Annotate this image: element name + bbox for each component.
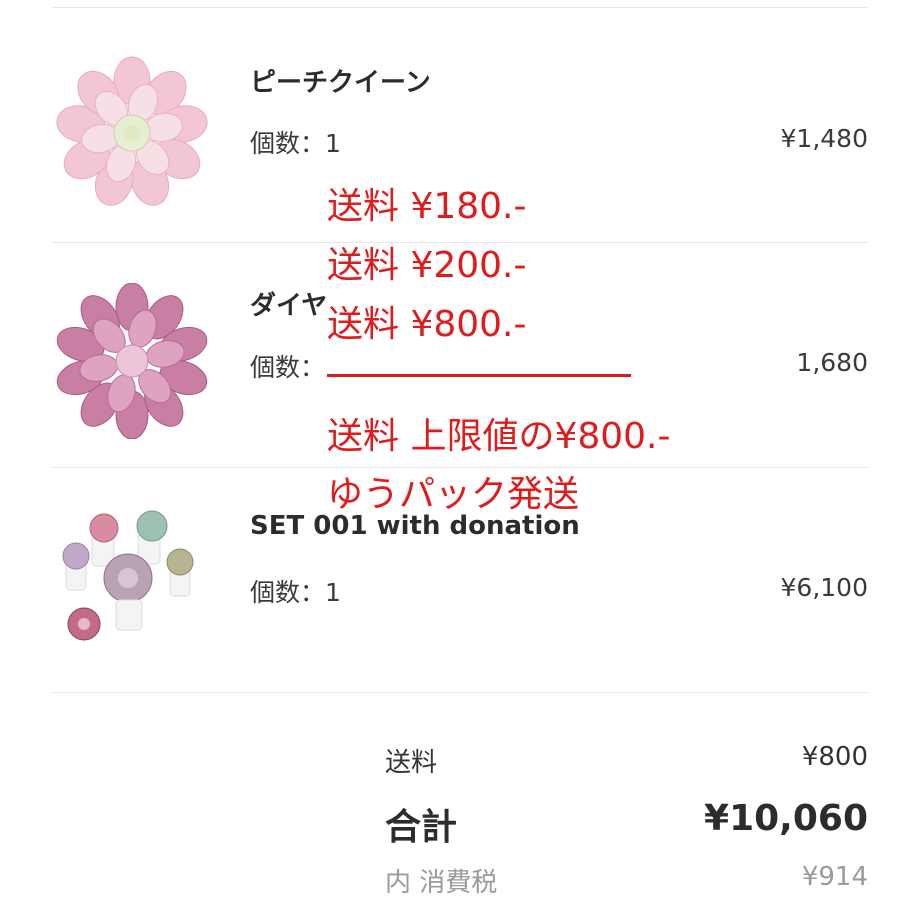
annotation-line: 送料 ¥800.- bbox=[327, 304, 527, 345]
annotation-rule bbox=[327, 374, 631, 377]
total-row: 合計 ¥10,060 bbox=[385, 798, 868, 848]
total-value: ¥10,060 bbox=[704, 798, 868, 839]
item-quantity: 個数：1 bbox=[250, 578, 341, 607]
total-label: 合計 bbox=[385, 807, 458, 848]
item-name[interactable]: SET 001 with donation bbox=[250, 511, 580, 541]
item-name[interactable]: ピーチクイーン bbox=[250, 62, 431, 99]
tax-row: 内 消費税 ¥914 bbox=[385, 862, 868, 898]
shipping-value: ¥800 bbox=[801, 742, 868, 772]
shipping-row: 送料 ¥800 bbox=[385, 742, 868, 778]
item-quantity: 個数： bbox=[250, 353, 326, 382]
tax-label: 内 消費税 bbox=[385, 868, 498, 898]
item-price: 1,680 bbox=[796, 348, 868, 377]
annotation-result: 送料 上限値の¥800.- bbox=[327, 416, 671, 457]
tax-value: ¥914 bbox=[801, 862, 868, 892]
annotation-method: ゆうパック発送 bbox=[327, 474, 580, 515]
item-name[interactable]: ダイヤ bbox=[250, 285, 327, 322]
product-image[interactable] bbox=[52, 506, 208, 662]
annotation-line: 送料 ¥180.- bbox=[327, 186, 527, 227]
product-image[interactable] bbox=[52, 55, 208, 211]
shipping-label: 送料 bbox=[385, 748, 438, 778]
product-image[interactable] bbox=[52, 283, 208, 439]
annotation-line: 送料 ¥200.- bbox=[327, 245, 527, 286]
item-price: ¥6,100 bbox=[780, 573, 868, 602]
item-quantity: 個数：1 bbox=[250, 129, 341, 158]
summary-divider bbox=[52, 692, 868, 693]
item-price: ¥1,480 bbox=[780, 124, 868, 153]
